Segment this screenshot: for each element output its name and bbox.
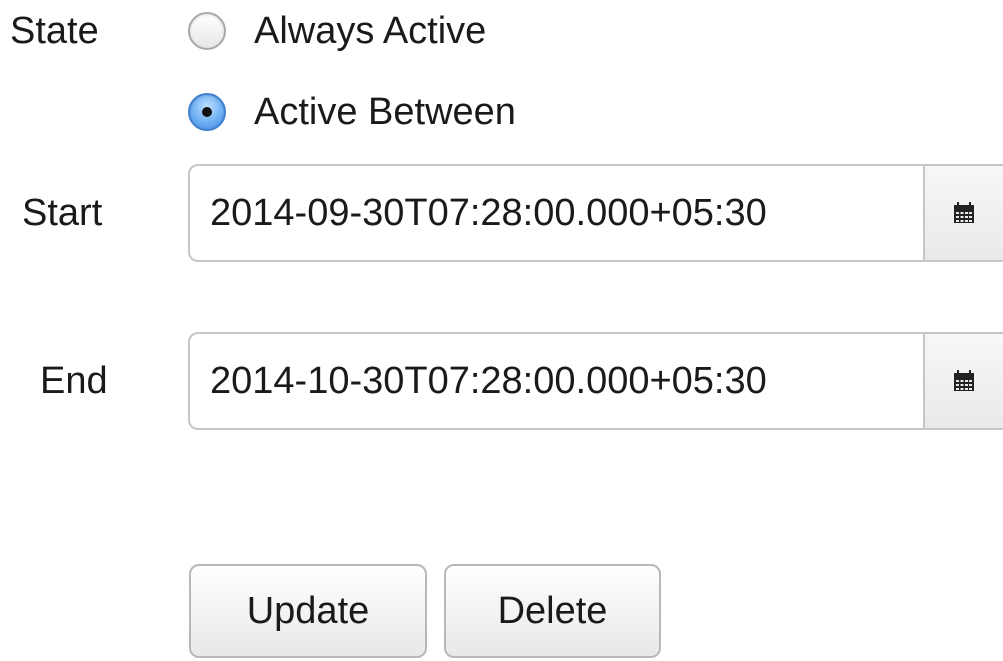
state-label: State: [10, 10, 99, 52]
radio-active-between[interactable]: Active Between: [188, 87, 516, 137]
schedule-form: State Always Active Active Between Start: [0, 0, 1003, 661]
end-date-input[interactable]: [190, 334, 923, 428]
end-date-group: [188, 332, 1003, 430]
end-label: End: [40, 360, 108, 402]
start-date-group: [188, 164, 1003, 262]
start-label: Start: [22, 192, 103, 234]
radio-active-between-label[interactable]: Active Between: [254, 91, 516, 134]
end-calendar-button[interactable]: [923, 334, 1003, 428]
calendar-icon: [954, 202, 974, 223]
start-date-input[interactable]: [190, 166, 923, 260]
radio-always-active-label[interactable]: Always Active: [254, 10, 486, 53]
update-button[interactable]: Update: [189, 564, 427, 658]
delete-button[interactable]: Delete: [444, 564, 661, 658]
radio-always-active[interactable]: Always Active: [188, 6, 486, 56]
calendar-icon: [954, 370, 974, 391]
radio-always-active-button[interactable]: [188, 12, 226, 50]
start-calendar-button[interactable]: [923, 166, 1003, 260]
radio-active-between-button[interactable]: [188, 93, 226, 131]
